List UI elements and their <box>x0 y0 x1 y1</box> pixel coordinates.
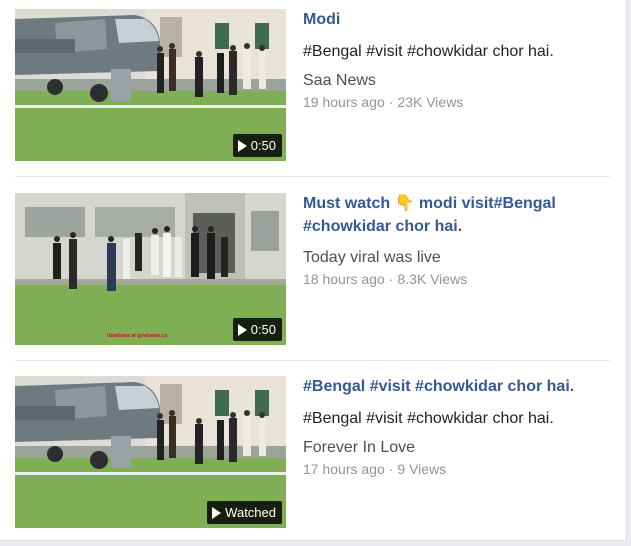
divider <box>15 360 610 361</box>
duration-badge: 0:50 <box>232 318 282 341</box>
meta-separator: · <box>388 271 394 287</box>
duration-label: 0:50 <box>250 138 276 153</box>
view-count: 23K Views <box>397 94 464 110</box>
divider <box>15 176 610 177</box>
video-meta: 17 hours ago · 9 Views <box>303 460 603 478</box>
page-name-link[interactable]: Forever In Love <box>303 438 603 458</box>
video-title[interactable]: Must watch 👇 modi visit#Bengal #chowkida… <box>303 192 603 238</box>
video-thumbnail[interactable]: Watched <box>15 376 286 528</box>
play-icon <box>237 139 247 152</box>
video-title[interactable]: Modi <box>303 8 603 31</box>
video-meta: 18 hours ago · 8.3K Views <box>303 270 603 288</box>
view-count: 9 Views <box>397 461 447 477</box>
video-title[interactable]: #Bengal #visit #chowkidar chor hai. <box>303 375 603 398</box>
video-description: #Bengal #visit #chowkidar chor hai. <box>303 43 554 60</box>
duration-badge: 0:50 <box>232 134 282 157</box>
video-thumbnail[interactable]: 0:50 <box>15 9 286 161</box>
posted-time: 19 hours ago <box>303 94 385 110</box>
thumbnail-watermark: Uuadrans at govtnews.co <box>107 333 168 339</box>
play-icon <box>237 323 247 336</box>
duration-label: 0:50 <box>250 322 276 337</box>
watched-badge: Watched <box>207 501 282 524</box>
meta-separator: · <box>388 461 394 477</box>
posted-time: 17 hours ago <box>303 461 385 477</box>
meta-separator: · <box>388 94 394 110</box>
video-info: Modi #Bengal #visit #chowkidar chor hai.… <box>303 9 603 111</box>
video-thumbnail[interactable]: Uuadrans at govtnews.co 0:50 <box>15 193 286 345</box>
page-name-link[interactable]: Saa News <box>303 71 603 91</box>
play-icon <box>212 506 222 519</box>
video-info: #Bengal #visit #chowkidar chor hai. #Ben… <box>303 376 603 478</box>
video-list-panel: 0:50 Modi #Bengal #visit #chowkidar chor… <box>0 0 627 541</box>
video-description: #Bengal #visit #chowkidar chor hai. <box>303 410 554 427</box>
video-info: Must watch 👇 modi visit#Bengal #chowkida… <box>303 193 603 288</box>
posted-time: 18 hours ago <box>303 271 385 287</box>
page-name-link[interactable]: Today viral was live <box>303 248 603 268</box>
watched-label: Watched <box>225 505 276 520</box>
view-count: 8.3K Views <box>397 271 468 287</box>
video-meta: 19 hours ago · 23K Views <box>303 93 603 111</box>
